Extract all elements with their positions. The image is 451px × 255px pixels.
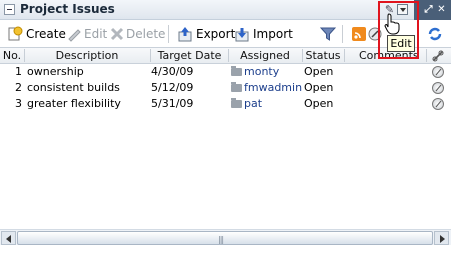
rss-feed-icon[interactable] <box>351 26 367 42</box>
import-button[interactable]: Import <box>253 26 293 42</box>
scroll-left-arrow-icon[interactable] <box>1 231 16 245</box>
column-header-assigned[interactable]: Assigned <box>229 48 301 63</box>
row-assigned-link[interactable]: monty <box>244 64 279 80</box>
collapse-toggle-icon[interactable] <box>4 4 15 15</box>
row-target-date: 5/31/09 <box>151 97 194 110</box>
import-icon <box>235 28 249 42</box>
table-row[interactable]: 2 consistent builds 5/12/09 fmwadmin Ope… <box>0 80 451 96</box>
column-header-target-date[interactable]: Target Date <box>151 48 228 63</box>
link-column-icon <box>432 50 444 62</box>
row-description: greater flexibility <box>27 97 121 110</box>
scroll-right-arrow-icon[interactable] <box>434 231 449 245</box>
toolbar-separator <box>168 25 169 43</box>
scrollbar-grip: ||| <box>218 235 224 244</box>
column-header-no[interactable]: No. <box>2 48 22 63</box>
row-assigned-link[interactable]: fmwadmin <box>244 80 302 96</box>
panel-header-actions: ⤢ ✕ <box>414 0 451 20</box>
row-description: consistent builds <box>27 81 120 94</box>
row-link-icon[interactable] <box>432 66 444 78</box>
scrollbar-thumb[interactable]: ||| <box>17 231 433 245</box>
row-number: 1 <box>15 65 22 78</box>
row-link-icon[interactable] <box>432 98 444 110</box>
table-row[interactable]: 1 ownership 4/30/09 monty Open <box>0 64 451 80</box>
row-target-date: 4/30/09 <box>151 65 194 78</box>
delete-button[interactable]: Delete <box>126 26 165 42</box>
edit-button[interactable]: Edit <box>84 26 107 42</box>
column-header-description[interactable]: Description <box>25 48 149 63</box>
panel-title: Project Issues <box>20 2 115 16</box>
folder-icon <box>231 98 242 108</box>
close-icon[interactable]: ✕ <box>435 3 448 16</box>
toolbar-separator <box>342 25 343 43</box>
export-button[interactable]: Export <box>196 26 235 42</box>
column-header-status[interactable]: Status <box>303 48 343 63</box>
create-icon <box>8 26 23 41</box>
column-separator <box>426 49 427 62</box>
delete-x-icon <box>110 27 124 41</box>
project-issues-panel: Project Issues ✎ ⤢ ✕ Create Edit Delete … <box>0 0 451 255</box>
horizontal-scrollbar[interactable]: ||| <box>0 229 451 245</box>
folder-icon <box>231 82 242 92</box>
table-row[interactable]: 3 greater flexibility 5/31/09 pat Open <box>0 96 451 112</box>
row-target-date: 5/12/09 <box>151 81 194 94</box>
create-button[interactable]: Create <box>26 26 66 42</box>
row-number: 2 <box>15 81 22 94</box>
row-status: Open <box>304 81 334 94</box>
row-link-icon[interactable] <box>432 82 444 94</box>
row-description: ownership <box>27 65 84 78</box>
row-number: 3 <box>15 97 22 110</box>
edit-pencil-icon <box>68 29 81 42</box>
filter-funnel-icon[interactable] <box>320 26 336 42</box>
export-icon <box>178 27 192 42</box>
maximize-icon[interactable]: ⤢ <box>422 3 435 16</box>
hand-cursor-icon <box>384 13 400 35</box>
row-status: Open <box>304 65 334 78</box>
row-status: Open <box>304 97 334 110</box>
folder-icon <box>231 66 242 76</box>
edit-tooltip: Edit <box>387 35 415 52</box>
row-assigned-link[interactable]: pat <box>244 96 262 112</box>
refresh-icon[interactable] <box>427 26 443 42</box>
